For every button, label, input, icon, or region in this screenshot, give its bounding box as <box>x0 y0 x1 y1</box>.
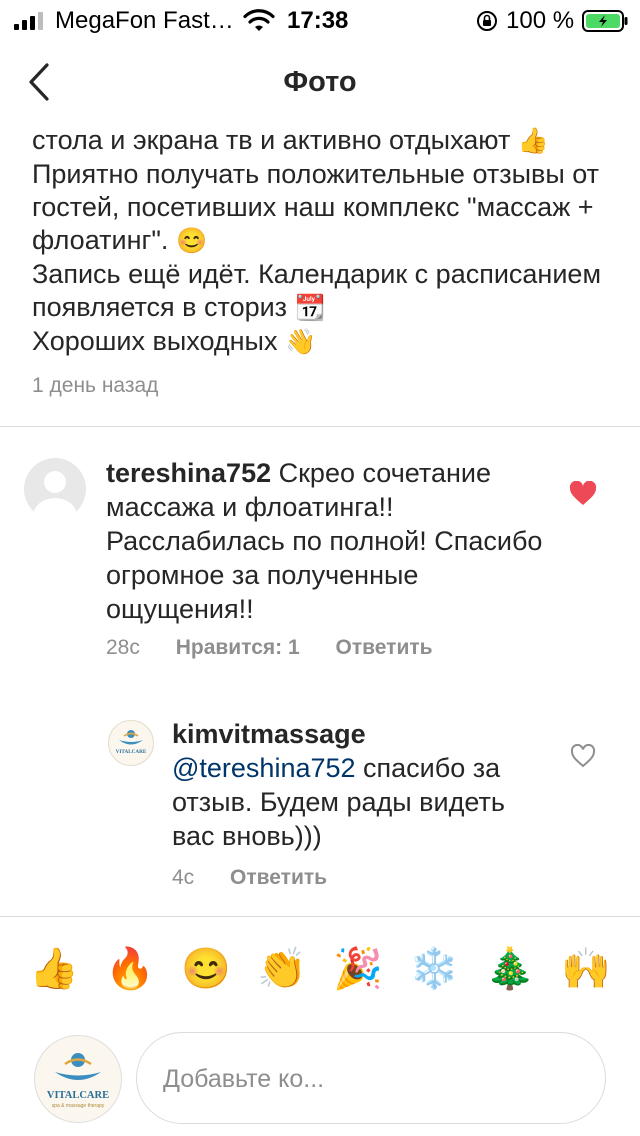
avatar[interactable] <box>24 458 86 520</box>
emoji-fire-button[interactable]: 🔥 <box>100 936 160 1002</box>
comment-username[interactable]: tereshina752 <box>106 458 271 488</box>
vitalcare-logo-icon: VITALCARE <box>116 730 147 755</box>
orientation-lock-icon <box>477 11 497 31</box>
logo-text: VITALCARE <box>47 1090 109 1101</box>
default-avatar-icon <box>33 471 77 520</box>
logo-text: VITALCARE <box>116 749 147 755</box>
status-bar: MegaFon Fast… 17:38 100 % <box>0 0 640 42</box>
emoji-quick-bar: 👍 🔥 😊 👏 🎉 ❄️ 🎄 🙌 <box>0 936 640 1006</box>
battery-percent: 100 % <box>506 7 575 34</box>
navigation-bar: Фото <box>0 42 640 126</box>
wifi-icon <box>243 9 275 31</box>
caption-timestamp: 1 день назад <box>32 374 159 397</box>
reply-button[interactable]: Ответить <box>230 866 327 889</box>
logo-subtext: spa & massage therapy <box>52 1103 105 1109</box>
comment-time: 4с <box>172 866 195 889</box>
caption-line: стола и экрана тв и активно отдыхают <box>32 126 511 155</box>
waving-hand-icon: 👋 <box>284 328 317 356</box>
divider <box>0 426 640 427</box>
comment-time: 28с <box>106 636 140 659</box>
heart-filled-icon[interactable] <box>569 481 597 506</box>
comment-input[interactable] <box>161 1055 585 1103</box>
composer-avatar: VITALCARE spa & massage therapy <box>34 1035 122 1123</box>
thumbs-up-icon: 👍 <box>517 127 549 155</box>
post-caption: стола и экрана тв и активно отдыхают 👍 П… <box>0 126 640 376</box>
divider <box>0 916 640 917</box>
smile-icon: 😊 <box>175 227 208 255</box>
emoji-raised-hands-button[interactable]: 🙌 <box>556 936 616 1002</box>
calendar-icon: 📆 <box>294 294 326 322</box>
clock: 17:38 <box>287 7 349 34</box>
caption-line: Хороших выходных <box>32 326 278 356</box>
caption-line: Приятно получать положительные отзывы от… <box>32 159 600 255</box>
signal-icon <box>14 12 43 30</box>
comment-meta: 28с Нравится: 1 Ответить <box>106 636 433 660</box>
reply-button[interactable]: Ответить <box>336 636 433 659</box>
avatar[interactable]: VITALCARE <box>108 720 154 766</box>
emoji-clap-button[interactable]: 👏 <box>252 936 312 1002</box>
page-title: Фото <box>283 66 357 98</box>
battery-icon <box>582 10 628 32</box>
reply-text: kimvitmassage @tereshina752 спасибо за о… <box>172 717 542 853</box>
likes-count[interactable]: Нравится: 1 <box>176 636 300 659</box>
emoji-smile-button[interactable]: 😊 <box>176 936 236 1002</box>
emoji-thumbs-up-button[interactable]: 👍 <box>24 936 84 1002</box>
emoji-party-button[interactable]: 🎉 <box>328 936 388 1002</box>
comment-text: tereshina752 Скрео сочетание массажа и ф… <box>106 456 546 626</box>
mention-link[interactable]: @tereshina752 <box>172 753 356 783</box>
comment-username[interactable]: kimvitmassage <box>172 717 542 751</box>
emoji-snowflake-button[interactable]: ❄️ <box>404 936 464 1002</box>
comment-meta: 4с Ответить <box>172 866 327 890</box>
heart-outline-icon[interactable] <box>570 744 596 768</box>
comment-input-container[interactable] <box>136 1032 606 1124</box>
vitalcare-logo-icon: VITALCARE spa & massage therapy <box>47 1053 109 1109</box>
carrier-name: MegaFon Fast… <box>55 7 234 34</box>
emoji-tree-button[interactable]: 🎄 <box>480 936 540 1002</box>
